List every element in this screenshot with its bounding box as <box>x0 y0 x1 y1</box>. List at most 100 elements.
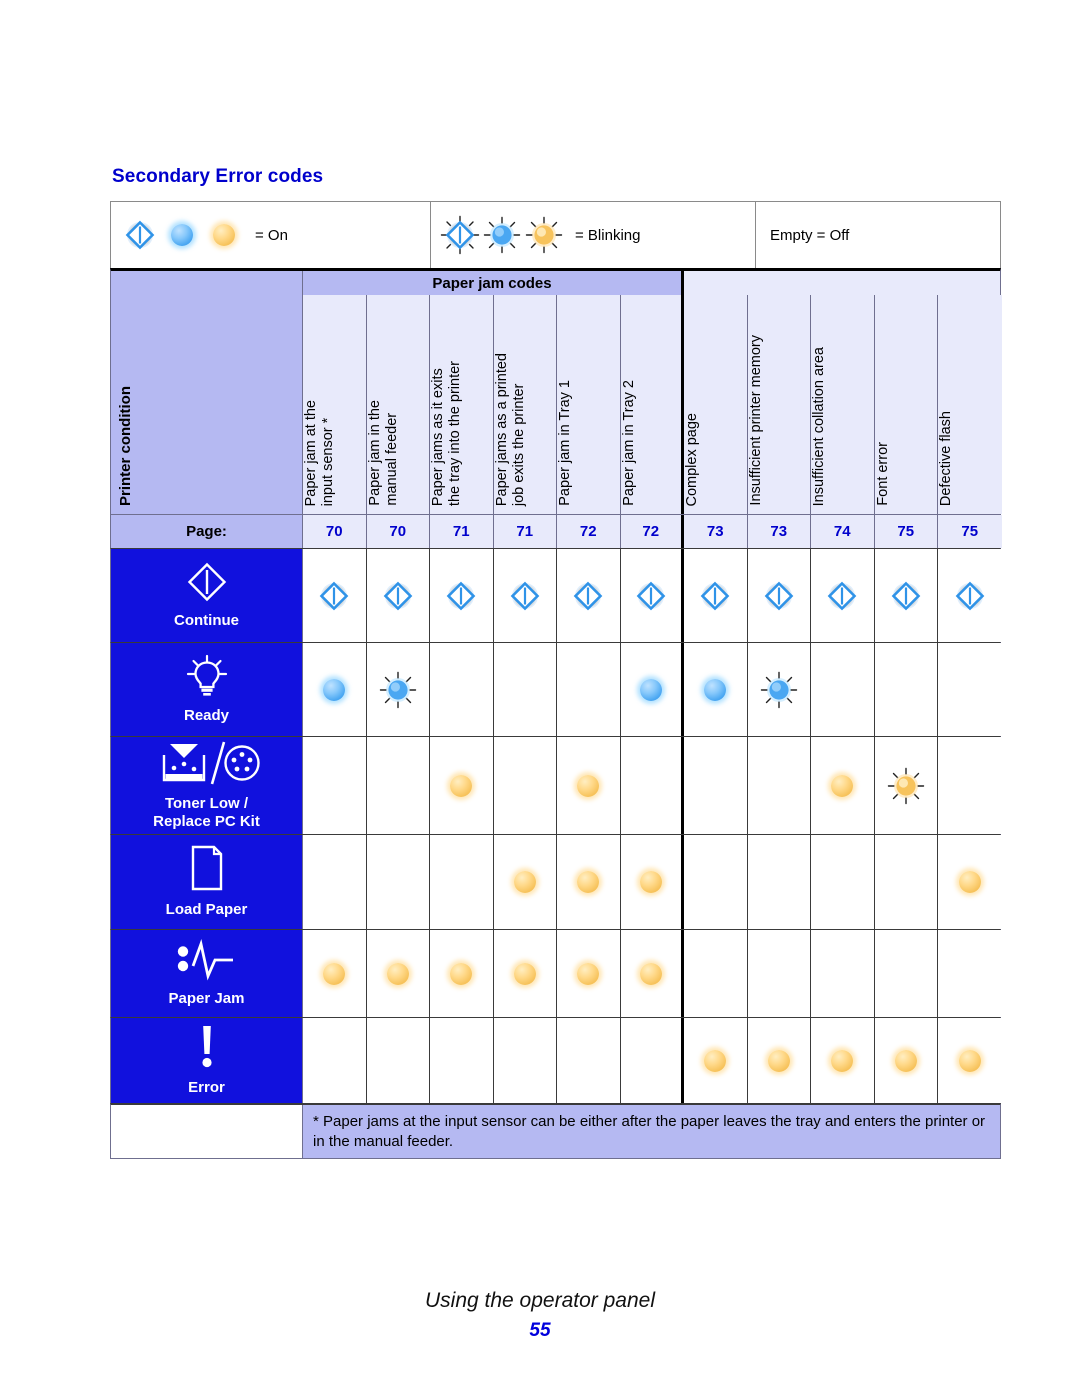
amber-round-on-icon <box>573 959 603 989</box>
table-row-toner-low: Toner Low / Replace PC Kit <box>110 736 1002 834</box>
legend-entry-off: Empty = Off <box>756 202 1000 268</box>
amber-round-on-icon <box>510 959 540 989</box>
cell-ready-9 <box>874 643 938 736</box>
cell-loadpaper-8 <box>811 835 875 929</box>
cell-paperjam-1 <box>366 930 430 1017</box>
page-numbers-row: Page: 70 70 71 71 72 72 73 73 74 75 75 <box>110 514 1002 548</box>
condition-cell-error: Error <box>111 1018 303 1103</box>
column-header-10: Defective flash <box>938 295 1002 514</box>
column-header-6: Complex page <box>684 295 748 514</box>
continue-diamond-on-icon <box>955 581 985 611</box>
cell-error-8 <box>811 1018 875 1103</box>
amber-round-on-icon <box>955 867 985 897</box>
amber-round-on-icon <box>446 959 476 989</box>
cell-continue-6 <box>684 549 748 642</box>
amber-round-on-icon <box>636 867 666 897</box>
cell-toner-3 <box>493 737 557 834</box>
cell-loadpaper-10 <box>938 835 1002 929</box>
cell-loadpaper-0 <box>303 835 367 929</box>
legend-label-on: = On <box>255 226 288 244</box>
table-footnote-row: * Paper jams at the input sensor can be … <box>110 1103 1001 1159</box>
cell-loadpaper-5 <box>620 835 684 929</box>
cell-continue-1 <box>366 549 430 642</box>
page-number-2: 71 <box>430 515 494 548</box>
cell-error-4 <box>557 1018 621 1103</box>
cell-paperjam-0 <box>303 930 367 1017</box>
cell-continue-9 <box>874 549 938 642</box>
blue-round-blinking-icon <box>483 216 521 254</box>
amber-round-blinking-icon <box>525 216 563 254</box>
cell-ready-10 <box>938 643 1002 736</box>
cell-error-5 <box>620 1018 684 1103</box>
cell-error-3 <box>493 1018 557 1103</box>
footnote-spacer <box>111 1105 303 1158</box>
cell-ready-5 <box>620 643 684 736</box>
blue-round-on-icon <box>700 675 730 705</box>
amber-round-on-icon <box>955 1046 985 1076</box>
footnote-text: * Paper jams at the input sensor can be … <box>303 1105 1000 1158</box>
condition-label-error: Error <box>188 1078 225 1096</box>
amber-round-on-icon <box>510 867 540 897</box>
group-header-paper-jam-codes: Paper jam codes <box>303 271 684 295</box>
continue-diamond-icon <box>125 220 155 250</box>
cell-continue-10 <box>938 549 1002 642</box>
amber-round-on-icon <box>891 1046 921 1076</box>
page-number-10: 75 <box>938 515 1002 548</box>
cell-error-10 <box>938 1018 1002 1103</box>
table-row-error: Error <box>110 1017 1002 1103</box>
amber-round-blinking-icon <box>887 767 924 804</box>
legend-label-off: Empty = Off <box>770 226 850 244</box>
blue-round-blinking-icon <box>760 671 797 708</box>
cell-ready-1 <box>366 643 430 736</box>
blue-round-lamp-icon <box>167 220 197 250</box>
cell-error-7 <box>747 1018 811 1103</box>
continue-diamond-on-icon <box>510 581 540 611</box>
condition-cell-toner-low: Toner Low / Replace PC Kit <box>111 737 303 834</box>
column-header-8: Insufficient collation area <box>811 295 875 514</box>
cell-loadpaper-4 <box>557 835 621 929</box>
page-number-8: 74 <box>811 515 875 548</box>
group-header-blank <box>684 271 1000 295</box>
cell-ready-4 <box>557 643 621 736</box>
cell-ready-8 <box>811 643 875 736</box>
cell-paperjam-5 <box>620 930 684 1017</box>
document-page: Secondary Error codes = On = Blinking Em… <box>0 0 1080 1397</box>
table-row-paper-jam: Paper Jam <box>110 929 1002 1017</box>
cell-toner-0 <box>303 737 367 834</box>
cell-toner-8 <box>811 737 875 834</box>
column-header-0: Paper jam at the input sensor * <box>303 295 367 514</box>
condition-cell-ready: Ready <box>111 643 303 736</box>
cell-paperjam-8 <box>811 930 875 1017</box>
condition-label-continue: Continue <box>174 611 239 629</box>
continue-diamond-on-icon <box>446 581 476 611</box>
continue-diamond-on-icon <box>827 581 857 611</box>
footer-page-number: 55 <box>529 1320 551 1341</box>
footer-title: Using the operator panel <box>425 1289 655 1312</box>
column-header-9: Font error <box>874 295 938 514</box>
cell-ready-3 <box>493 643 557 736</box>
cell-ready-6 <box>684 643 748 736</box>
cell-continue-3 <box>493 549 557 642</box>
cell-loadpaper-6 <box>684 835 748 929</box>
cell-paperjam-10 <box>938 930 1002 1017</box>
amber-round-lamp-icon <box>209 220 239 250</box>
legend-entry-blinking: = Blinking <box>431 202 756 268</box>
continue-diamond-on-icon <box>383 581 413 611</box>
cell-loadpaper-9 <box>874 835 938 929</box>
cell-paperjam-2 <box>430 930 494 1017</box>
page-number-5: 72 <box>620 515 684 548</box>
column-header-2: Paper jams as it exits the tray into the… <box>430 295 494 514</box>
cell-ready-2 <box>430 643 494 736</box>
cell-continue-2 <box>430 549 494 642</box>
condition-cell-paper-jam: Paper Jam <box>111 930 303 1017</box>
cell-continue-8 <box>811 549 875 642</box>
condition-label-ready: Ready <box>183 706 230 724</box>
paper-jam-icon <box>175 938 239 986</box>
continue-diamond-on-icon <box>319 581 349 611</box>
cell-ready-0 <box>303 643 367 736</box>
column-headers-row: Printer condition Paper jam at the input… <box>110 295 1002 514</box>
amber-round-on-icon <box>827 1046 857 1076</box>
cell-toner-5 <box>620 737 684 834</box>
toner-cartridge-icon <box>154 740 260 791</box>
page-number-9: 75 <box>874 515 938 548</box>
